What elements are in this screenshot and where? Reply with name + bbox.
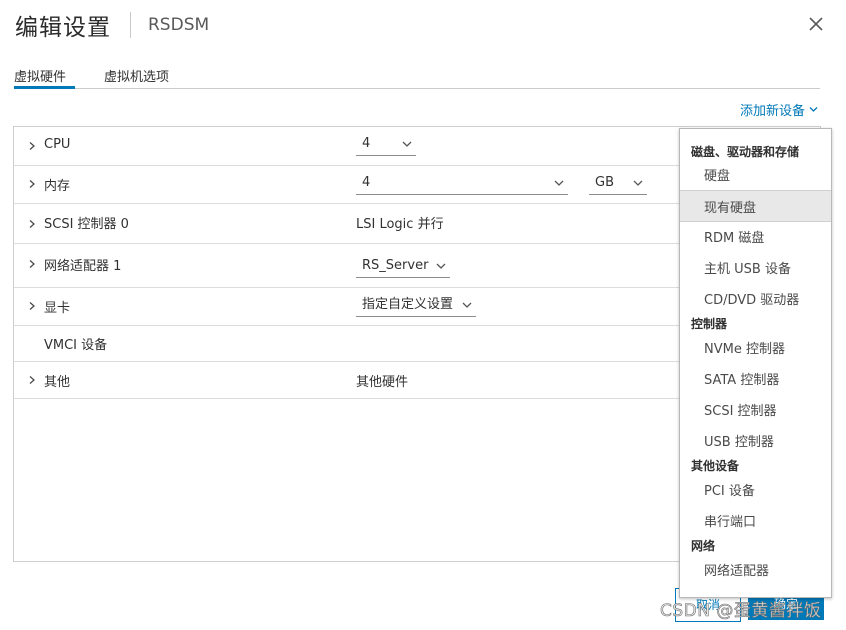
chevron-right-icon[interactable] bbox=[28, 302, 36, 310]
row-label-other: 其他 bbox=[44, 375, 71, 390]
menu-item-rdm-disk[interactable]: RDM 磁盘 bbox=[680, 221, 831, 251]
video-card-select-value: 指定自定义设置 bbox=[362, 297, 454, 312]
chevron-down-icon bbox=[633, 180, 643, 186]
row-label-memory: 内存 bbox=[44, 179, 71, 194]
watermark: CSDN @蛋黄酱拌饭 bbox=[660, 601, 822, 622]
vm-name: RSDSM bbox=[148, 15, 210, 35]
menu-group-header-controllers: 控制器 bbox=[691, 317, 728, 331]
chevron-right-icon[interactable] bbox=[28, 142, 36, 150]
menu-item-usb-controller[interactable]: USB 控制器 bbox=[680, 425, 831, 455]
dialog-title: 编辑设置 bbox=[15, 15, 111, 41]
chevron-down-icon bbox=[436, 263, 446, 269]
scsi-controller-type: LSI Logic 并行 bbox=[356, 217, 444, 232]
menu-item-sata-controller[interactable]: SATA 控制器 bbox=[680, 363, 831, 393]
menu-item-hard-disk[interactable]: 硬盘 bbox=[680, 159, 831, 189]
menu-item-serial-port[interactable]: 串行端口 bbox=[680, 505, 831, 535]
menu-group-header-storage: 磁盘、驱动器和存储 bbox=[691, 145, 800, 159]
menu-item-host-usb-device[interactable]: 主机 USB 设备 bbox=[680, 252, 831, 282]
memory-unit-select[interactable]: GB bbox=[589, 172, 647, 195]
tabs-divider bbox=[14, 88, 820, 89]
memory-unit-value: GB bbox=[595, 175, 614, 190]
row-label-network-adapter: 网络适配器 1 bbox=[44, 259, 122, 274]
add-device-menu: 磁盘、驱动器和存储 硬盘 现有硬盘 RDM 磁盘 主机 USB 设备 CD/DV… bbox=[679, 128, 832, 598]
cpu-select[interactable]: 4 bbox=[356, 133, 416, 156]
menu-item-label: CD/DVD 驱动器 bbox=[704, 293, 800, 308]
tab-virtual-hardware[interactable]: 虚拟硬件 bbox=[14, 66, 66, 85]
close-icon[interactable] bbox=[804, 12, 828, 36]
title-divider bbox=[130, 12, 131, 38]
chevron-right-icon[interactable] bbox=[28, 180, 36, 188]
menu-item-network-adapter[interactable]: 网络适配器 bbox=[680, 554, 831, 584]
other-hardware-value: 其他硬件 bbox=[356, 375, 409, 390]
menu-item-nvme-controller[interactable]: NVMe 控制器 bbox=[680, 332, 831, 362]
chevron-right-icon[interactable] bbox=[28, 220, 36, 228]
chevron-down-icon bbox=[809, 107, 818, 112]
memory-size-value: 4 bbox=[362, 175, 371, 190]
add-new-device-button[interactable]: 添加新设备 bbox=[740, 100, 818, 119]
menu-group-header-other-devices: 其他设备 bbox=[691, 459, 740, 473]
menu-item-label: 现有硬盘 bbox=[704, 201, 757, 216]
row-label-cpu: CPU bbox=[44, 137, 71, 152]
chevron-down-icon bbox=[554, 180, 564, 186]
cpu-select-value: 4 bbox=[362, 136, 371, 151]
add-new-device-label: 添加新设备 bbox=[740, 104, 806, 119]
menu-item-label: 硬盘 bbox=[704, 169, 731, 184]
menu-item-label: NVMe 控制器 bbox=[704, 342, 785, 357]
menu-item-cd-dvd-drive[interactable]: CD/DVD 驱动器 bbox=[680, 283, 831, 313]
network-select[interactable]: RS_Server bbox=[356, 255, 450, 278]
menu-item-label: PCI 设备 bbox=[704, 484, 755, 499]
menu-item-label: RDM 磁盘 bbox=[704, 231, 765, 246]
menu-item-scsi-controller[interactable]: SCSI 控制器 bbox=[680, 394, 831, 424]
menu-item-existing-hard-disk[interactable]: 现有硬盘 bbox=[680, 190, 831, 222]
menu-item-label: SCSI 控制器 bbox=[704, 404, 777, 419]
menu-item-label: 串行端口 bbox=[704, 515, 757, 530]
chevron-right-icon[interactable] bbox=[28, 376, 36, 384]
row-label-video-card: 显卡 bbox=[44, 301, 71, 316]
video-card-select[interactable]: 指定自定义设置 bbox=[356, 294, 476, 317]
row-label-scsi-controller: SCSI 控制器 0 bbox=[44, 217, 129, 232]
network-select-value: RS_Server bbox=[362, 258, 429, 273]
tab-vm-options[interactable]: 虚拟机选项 bbox=[104, 66, 169, 85]
chevron-right-icon[interactable] bbox=[28, 260, 36, 268]
menu-item-label: 主机 USB 设备 bbox=[704, 262, 791, 277]
menu-item-label: USB 控制器 bbox=[704, 435, 774, 450]
menu-group-header-network: 网络 bbox=[691, 539, 716, 553]
chevron-down-icon bbox=[462, 302, 472, 308]
menu-item-label: 网络适配器 bbox=[704, 564, 770, 579]
active-tab-indicator bbox=[14, 86, 75, 89]
menu-item-pci-device[interactable]: PCI 设备 bbox=[680, 474, 831, 504]
chevron-down-icon bbox=[402, 141, 412, 147]
memory-size-input[interactable]: 4 bbox=[356, 172, 568, 195]
menu-item-label: SATA 控制器 bbox=[704, 373, 780, 388]
row-label-vmci-device: VMCI 设备 bbox=[44, 338, 108, 353]
